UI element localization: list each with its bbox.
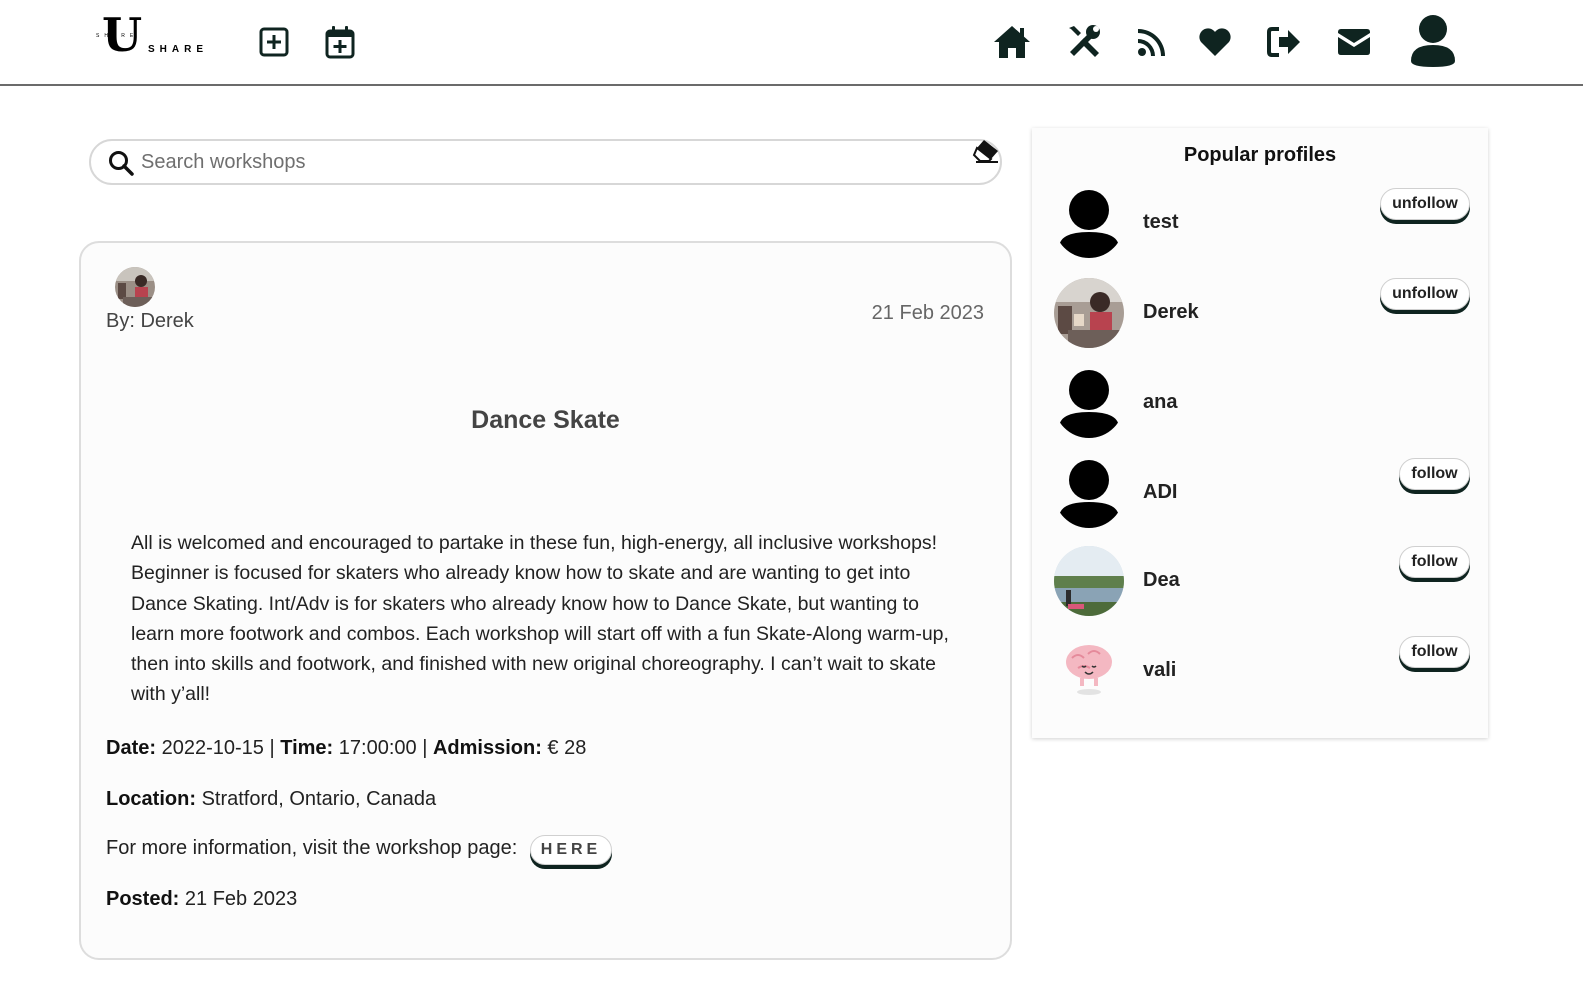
ushare-logo[interactable]: U SHARE SHARE	[96, 12, 216, 62]
time-value: 17:00:00	[338, 737, 417, 759]
profile-name[interactable]: Derek	[1143, 301, 1199, 324]
tools-icon[interactable]	[1064, 20, 1104, 64]
location-line: Location: Stratford, Ontario, Canada	[106, 788, 436, 811]
workshop-description: All is welcomed and encouraged to partak…	[131, 532, 949, 706]
separator: |	[269, 737, 275, 759]
search-bar	[89, 139, 1002, 185]
separator: |	[422, 737, 428, 759]
author-byline: By: Derek	[106, 310, 194, 332]
add-event-icon[interactable]	[320, 20, 360, 64]
unfollow-button[interactable]: unfollow	[1380, 278, 1470, 310]
heart-icon[interactable]	[1195, 20, 1235, 64]
logo-small-text: SHARE	[96, 33, 139, 39]
profile-name[interactable]: test	[1143, 211, 1179, 234]
home-icon[interactable]	[992, 20, 1032, 64]
eraser-icon[interactable]	[972, 138, 1000, 164]
date-time-admission-line: Date: 2022-10-15 | Time: 17:00:00 | Admi…	[106, 737, 586, 760]
posted-value: 21 Feb 2023	[184, 888, 298, 910]
admission-label: Admission:	[432, 737, 542, 759]
popular-profiles-panel: Popular profiles test unfollow Derek unf…	[1032, 128, 1488, 738]
logo-word: SHARE	[148, 44, 209, 55]
popular-profiles-title: Popular profiles	[1183, 144, 1337, 166]
workshop-title: Dance Skate	[471, 406, 620, 434]
logout-icon[interactable]	[1264, 20, 1304, 64]
default-avatar-icon[interactable]	[1054, 368, 1124, 438]
profile-row: test unfollow	[1032, 188, 1488, 268]
post-date: 21 Feb 2023	[871, 302, 984, 324]
top-navbar: U SHARE SHARE	[0, 0, 1583, 86]
search-icon	[109, 151, 134, 176]
profile-row: ana	[1032, 368, 1488, 448]
default-avatar-icon[interactable]	[1054, 458, 1124, 528]
profile-row: vali follow	[1032, 636, 1488, 716]
default-avatar-icon[interactable]	[1054, 188, 1124, 258]
time-label: Time:	[280, 737, 334, 759]
date-value: 2022-10-15	[161, 737, 264, 759]
rss-icon[interactable]	[1132, 20, 1172, 64]
follow-button[interactable]: follow	[1399, 546, 1470, 578]
date-label: Date:	[106, 737, 157, 759]
workshop-page-link-button[interactable]: HERE	[530, 835, 612, 865]
add-workshop-icon[interactable]	[254, 20, 294, 64]
workshop-card: By: Derek 21 Feb 2023 Dance Skate All is…	[79, 241, 1012, 960]
user-icon[interactable]	[1406, 12, 1460, 68]
profile-row: ADI follow	[1032, 458, 1488, 538]
profile-name[interactable]: vali	[1143, 659, 1176, 682]
profile-avatar[interactable]	[1054, 278, 1124, 348]
follow-button[interactable]: follow	[1399, 458, 1470, 490]
follow-button[interactable]: follow	[1399, 636, 1470, 668]
profile-avatar[interactable]	[1054, 546, 1124, 616]
search-input[interactable]	[141, 147, 961, 177]
brain-avatar-icon[interactable]	[1054, 636, 1124, 706]
posted-label: Posted:	[106, 888, 180, 910]
location-label: Location:	[106, 788, 196, 810]
posted-line: Posted: 21 Feb 2023	[106, 888, 297, 911]
location-value: Stratford, Ontario, Canada	[201, 788, 437, 810]
unfollow-button[interactable]: unfollow	[1380, 188, 1470, 220]
profile-name[interactable]: ana	[1143, 391, 1177, 414]
profile-name[interactable]: Dea	[1143, 569, 1180, 592]
profile-row: Derek unfollow	[1032, 278, 1488, 358]
more-info-text: For more information, visit the workshop…	[106, 837, 518, 859]
profile-name[interactable]: ADI	[1143, 481, 1177, 504]
profile-row: Dea follow	[1032, 546, 1488, 626]
admission-value: € 28	[547, 737, 587, 759]
mail-icon[interactable]	[1334, 20, 1374, 64]
author-avatar[interactable]	[115, 267, 155, 307]
